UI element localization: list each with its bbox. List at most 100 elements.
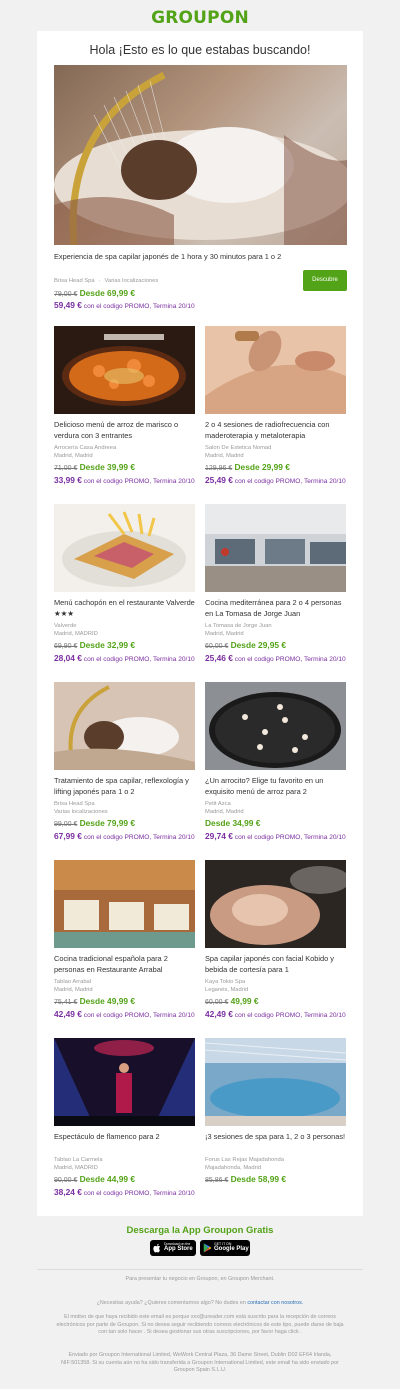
deal-location: Madrid, Madrid — [205, 809, 244, 815]
deal-title[interactable]: Cocina mediterránea para 2 o 4 personas … — [205, 598, 346, 619]
deal-promo-text: con el codigo PROMO, Termina 20/10 — [234, 834, 346, 841]
deal-location: Madrid, Madrid — [205, 631, 244, 637]
deal-promo-price: 42,49 € — [54, 1009, 82, 1019]
hero-new-price: Desde 69,99 € — [79, 288, 136, 298]
deal-image-art — [205, 682, 346, 770]
deal-promo: 29,74 € con el codigo PROMO, Termina 20/… — [205, 831, 346, 842]
deal-promo-text: con el codigo PROMO, Termina 20/10 — [234, 478, 346, 485]
deal-promo-text: con el codigo PROMO, Termina 20/10 — [83, 1012, 195, 1019]
deal-price: 60,00 € Desde 29,95 € — [205, 640, 286, 652]
reason-text: El motivo de que haya recibido este emai… — [56, 1314, 344, 1336]
apple-icon — [153, 1243, 161, 1253]
deal-promo-price: 25,49 € — [205, 475, 233, 485]
deal-image[interactable] — [205, 1038, 346, 1126]
hero-spa-illustration — [54, 65, 347, 245]
deal-image[interactable] — [54, 326, 195, 414]
deal-price: 60,00 € 49,99 € — [205, 996, 259, 1008]
deal-image[interactable] — [54, 504, 195, 592]
deal-location: Varias localizaciones — [54, 809, 108, 815]
deal-promo-text: con el codigo PROMO, Termina 20/10 — [83, 478, 195, 485]
deal-promo-price: 67,99 € — [54, 831, 82, 841]
deal-price: 75,41 € Desde 49,99 € — [54, 996, 135, 1008]
deal-title[interactable]: Cocina tradicional española para 2 perso… — [54, 954, 195, 975]
deal-image[interactable] — [54, 1038, 195, 1126]
deal-promo-text: con el codigo PROMO, Termina 20/10 — [83, 834, 195, 841]
app-store-label: App Store — [164, 1246, 193, 1252]
deal-image-art — [54, 504, 195, 592]
deal-old-price: 90,00 € — [54, 1177, 78, 1184]
deal-image[interactable] — [205, 860, 346, 948]
deal-promo-price: 38,24 € — [54, 1187, 82, 1197]
deal-image-art — [205, 326, 346, 414]
hero-promo-price: 59,49 € — [54, 300, 82, 310]
deal-new-price: Desde 49,99 € — [79, 996, 136, 1006]
footer-divider — [37, 1269, 363, 1270]
deal-title[interactable]: Espectáculo de flamenco para 2 — [54, 1132, 195, 1143]
deal-promo-text: con el codigo PROMO, Termina 20/10 — [83, 656, 195, 663]
legal-text: Enviado por Groupon International Limite… — [61, 1352, 339, 1374]
deal-old-price: 60,00 € — [205, 999, 229, 1006]
deal-new-price: Desde 32,99 € — [79, 640, 136, 650]
deal-title[interactable]: 2 o 4 sesiones de radiofrecuencia con ma… — [205, 420, 346, 441]
deal-title[interactable]: Delicioso menú de arroz de marisco o ver… — [54, 420, 195, 441]
hero-promo: 59,49 € con el codigo PROMO, Termina 20/… — [54, 300, 304, 311]
deal-new-price: Desde 44,99 € — [79, 1174, 136, 1184]
deal-location: Madrid, MADRID — [54, 631, 98, 637]
deal-old-price: 85,86 € — [205, 1177, 229, 1184]
deal-old-price: 75,41 € — [54, 999, 78, 1006]
deal-image[interactable] — [54, 682, 195, 770]
email-card: Hola ¡Esto es lo que estabas buscando! E… — [37, 31, 363, 1216]
deal-title[interactable]: ¡3 sesiones de spa para 1, 2 o 3 persona… — [205, 1132, 346, 1143]
deal-new-price: Desde 34,99 € — [205, 818, 261, 828]
groupon-logo[interactable]: GROUPON — [0, 0, 400, 30]
deal-image[interactable] — [205, 326, 346, 414]
help-line: ¿Necesitas ayuda? ¿Quieres comentarnos a… — [55, 1300, 345, 1308]
hero-merchant-name: Brisa Head Spa — [54, 278, 95, 284]
deal-price: 90,00 € Desde 44,99 € — [54, 1174, 135, 1186]
deal-image[interactable] — [205, 682, 346, 770]
deal-image-art — [205, 1038, 346, 1126]
deal-price: 99,00 € Desde 79,99 € — [54, 818, 135, 830]
descubre-button[interactable]: Descubre — [303, 270, 347, 291]
deal-location: Madrid, Madrid — [54, 453, 93, 459]
deal-price: 85,86 € Desde 58,99 € — [205, 1174, 286, 1186]
deal-promo: 42,49 € con el codigo PROMO, Termina 20/… — [54, 1009, 195, 1020]
deal-promo: 28,04 € con el codigo PROMO, Termina 20/… — [54, 653, 195, 664]
deal-promo-text: con el codigo PROMO, Termina 20/10 — [83, 1190, 195, 1197]
merchant-line: Para presentar tu negocio en Groupon, en… — [125, 1276, 275, 1282]
deal-location: Madrid, Madrid — [54, 987, 93, 993]
deal-promo-price: 42,49 € — [205, 1009, 233, 1019]
deal-new-price: 49,99 € — [230, 996, 259, 1006]
deal-old-price: 129,96 € — [205, 465, 233, 472]
deal-new-price: Desde 29,95 € — [230, 640, 287, 650]
deal-price: Desde 34,99 € — [205, 818, 260, 829]
google-play-icon — [203, 1243, 212, 1253]
deal-image[interactable] — [205, 504, 346, 592]
deal-old-price: 69,90 € — [54, 643, 78, 650]
deal-title[interactable]: Spa capilar japonés con facial Kobido y … — [205, 954, 346, 975]
contact-link[interactable]: contactar con nosotros. — [247, 1300, 303, 1306]
deal-promo-text: con el codigo PROMO, Termina 20/10 — [234, 656, 346, 663]
deal-promo: 33,99 € con el codigo PROMO, Termina 20/… — [54, 475, 195, 486]
store-badges: Download on the App Store GET IT ON Goog… — [150, 1240, 250, 1256]
deal-title[interactable]: Menú cachopón en el restaurante Valverde… — [54, 598, 195, 619]
app-store-badge[interactable]: Download on the App Store — [150, 1240, 196, 1256]
deal-promo-price: 28,04 € — [54, 653, 82, 663]
deal-title[interactable]: Tratamiento de spa capilar, reflexología… — [54, 776, 195, 797]
google-play-badge[interactable]: GET IT ON Google Play — [200, 1240, 250, 1256]
deal-image[interactable] — [54, 860, 195, 948]
deal-promo: 42,49 € con el codigo PROMO, Termina 20/… — [205, 1009, 346, 1020]
hero-merchant-location: Varias localizaciones — [104, 278, 159, 284]
hero-image[interactable] — [54, 65, 347, 245]
deal-new-price: Desde 58,99 € — [230, 1174, 287, 1184]
deal-promo: 67,99 € con el codigo PROMO, Termina 20/… — [54, 831, 195, 842]
deal-price: 69,90 € Desde 32,99 € — [54, 640, 135, 652]
deal-image-art — [205, 504, 346, 592]
deal-promo: 38,24 € con el codigo PROMO, Termina 20/… — [54, 1187, 195, 1198]
help-text: ¿Necesitas ayuda? ¿Quieres comentarnos a… — [96, 1300, 246, 1306]
deal-title[interactable]: ¿Un arrocito? Elige tu favorito en un ex… — [205, 776, 346, 797]
deal-price: 129,96 € Desde 29,99 € — [205, 462, 290, 474]
hero-title[interactable]: Experiencia de spa capilar japonés de 1 … — [54, 252, 304, 263]
deal-image-art — [54, 682, 195, 770]
hero-promo-text: con el codigo PROMO, Termina 20/10 — [83, 303, 195, 310]
